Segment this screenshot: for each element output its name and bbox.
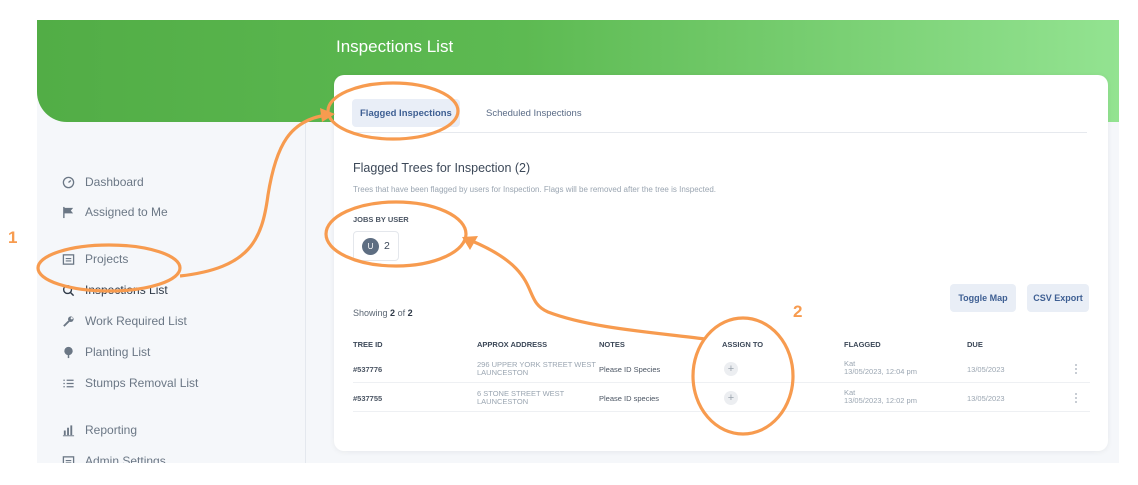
tab-flagged-inspections[interactable]: Flagged Inspections <box>352 99 460 127</box>
sidebar-item-label: Reporting <box>85 423 138 437</box>
sidebar-item-label: Work Required List <box>85 314 187 328</box>
bar-chart-icon <box>61 423 75 437</box>
approx-address: 296 UPPER YORK STREET WEST LAUNCESTON <box>477 361 597 377</box>
sidebar-item-stumps[interactable]: Stumps Removal List <box>61 372 198 394</box>
sidebar-item-inspections[interactable]: Inspections List <box>61 279 168 301</box>
sidebar-item-dashboard[interactable]: Dashboard <box>61 171 144 193</box>
annotation-label-1: 1 <box>8 228 18 247</box>
section-title: Flagged Trees for Inspection (2) <box>353 161 531 175</box>
sidebar-item-projects[interactable]: Projects <box>61 248 128 270</box>
showing-of: of <box>397 308 406 318</box>
flagged-info: Kat 13/05/2023, 12:04 pm <box>844 360 917 376</box>
toggle-map-button[interactable]: Toggle Map <box>950 284 1016 312</box>
sidebar: Dashboard Assigned to Me Projects Inspec… <box>37 122 306 463</box>
job-count: 2 <box>384 240 390 252</box>
address-city: LAUNCESTON <box>477 397 529 406</box>
due-date: 13/05/2023 <box>967 394 1005 403</box>
tree-id[interactable]: #537755 <box>353 394 382 403</box>
sidebar-item-label: Dashboard <box>85 175 144 189</box>
flagged-info: Kat 13/05/2023, 12:02 pm <box>844 389 917 405</box>
sidebar-item-label: Stumps Removal List <box>85 376 199 390</box>
flag-icon <box>61 205 75 219</box>
tab-scheduled-inspections[interactable]: Scheduled Inspections <box>478 99 590 127</box>
sidebar-item-label: Planting List <box>85 345 151 359</box>
row-menu-icon[interactable] <box>1072 362 1080 376</box>
address-city: LAUNCESTON <box>477 368 529 377</box>
assign-plus-icon[interactable]: + <box>724 391 738 405</box>
projects-icon <box>61 252 75 266</box>
table-row[interactable]: #537776 296 UPPER YORK STREET WEST LAUNC… <box>353 355 1090 383</box>
tree-icon <box>61 345 75 359</box>
flagged-at: 13/05/2023, 12:02 pm <box>844 396 917 405</box>
showing-count: Showing 2 of 2 <box>353 308 413 318</box>
inspections-card: Flagged Inspections Scheduled Inspection… <box>334 75 1108 451</box>
annotation-label-2: 2 <box>793 302 803 321</box>
sidebar-item-reporting[interactable]: Reporting <box>61 419 137 441</box>
showing-shown: 2 <box>390 308 396 318</box>
sidebar-item-label: Projects <box>85 252 129 266</box>
jobs-by-user-label: JOBS BY USER <box>353 215 409 224</box>
sidebar-item-work-required[interactable]: Work Required List <box>61 310 187 332</box>
column-header-due[interactable]: DUE <box>967 340 983 349</box>
user-job-chip[interactable]: U 2 <box>353 231 399 261</box>
column-header-address[interactable]: APPROX ADDRESS <box>477 340 547 349</box>
list-icon <box>61 376 75 390</box>
avatar: U <box>362 237 379 255</box>
sidebar-item-label: Inspections List <box>85 283 168 297</box>
csv-export-button[interactable]: CSV Export <box>1027 284 1089 312</box>
showing-total: 2 <box>407 308 413 318</box>
tree-id[interactable]: #537776 <box>353 365 382 374</box>
dashboard-icon <box>61 175 75 189</box>
sidebar-item-label: Assigned to Me <box>85 205 168 219</box>
sidebar-item-planting[interactable]: Planting List <box>61 341 150 363</box>
tab-bar: Flagged Inspections Scheduled Inspection… <box>352 99 1087 133</box>
row-menu-icon[interactable] <box>1072 391 1080 405</box>
column-header-assign-to[interactable]: ASSIGN TO <box>722 340 763 349</box>
section-description: Trees that have been flagged by users fo… <box>353 185 717 194</box>
sidebar-item-assigned[interactable]: Assigned to Me <box>61 201 168 223</box>
column-header-flagged[interactable]: FLAGGED <box>844 340 881 349</box>
page-title: Inspections List <box>336 37 454 56</box>
search-icon <box>61 283 75 297</box>
sidebar-item-admin[interactable]: Admin Settings <box>61 450 166 463</box>
flagged-at: 13/05/2023, 12:04 pm <box>844 367 917 376</box>
showing-prefix: Showing <box>353 308 388 318</box>
due-date: 13/05/2023 <box>967 365 1005 374</box>
sidebar-item-label: Admin Settings <box>85 454 166 463</box>
wrench-icon <box>61 314 75 328</box>
app-window: Inspections List Dashboard Assigned to M… <box>37 20 1119 463</box>
approx-address: 6 STONE STREET WEST LAUNCESTON <box>477 390 597 406</box>
settings-icon <box>61 454 75 463</box>
assign-plus-icon[interactable]: + <box>724 362 738 376</box>
column-header-notes[interactable]: NOTES <box>599 340 625 349</box>
notes: Please ID species <box>599 394 660 403</box>
column-header-tree-id[interactable]: TREE ID <box>353 340 383 349</box>
table-row[interactable]: #537755 6 STONE STREET WEST LAUNCESTON P… <box>353 384 1090 412</box>
notes: Please ID Species <box>599 365 661 374</box>
